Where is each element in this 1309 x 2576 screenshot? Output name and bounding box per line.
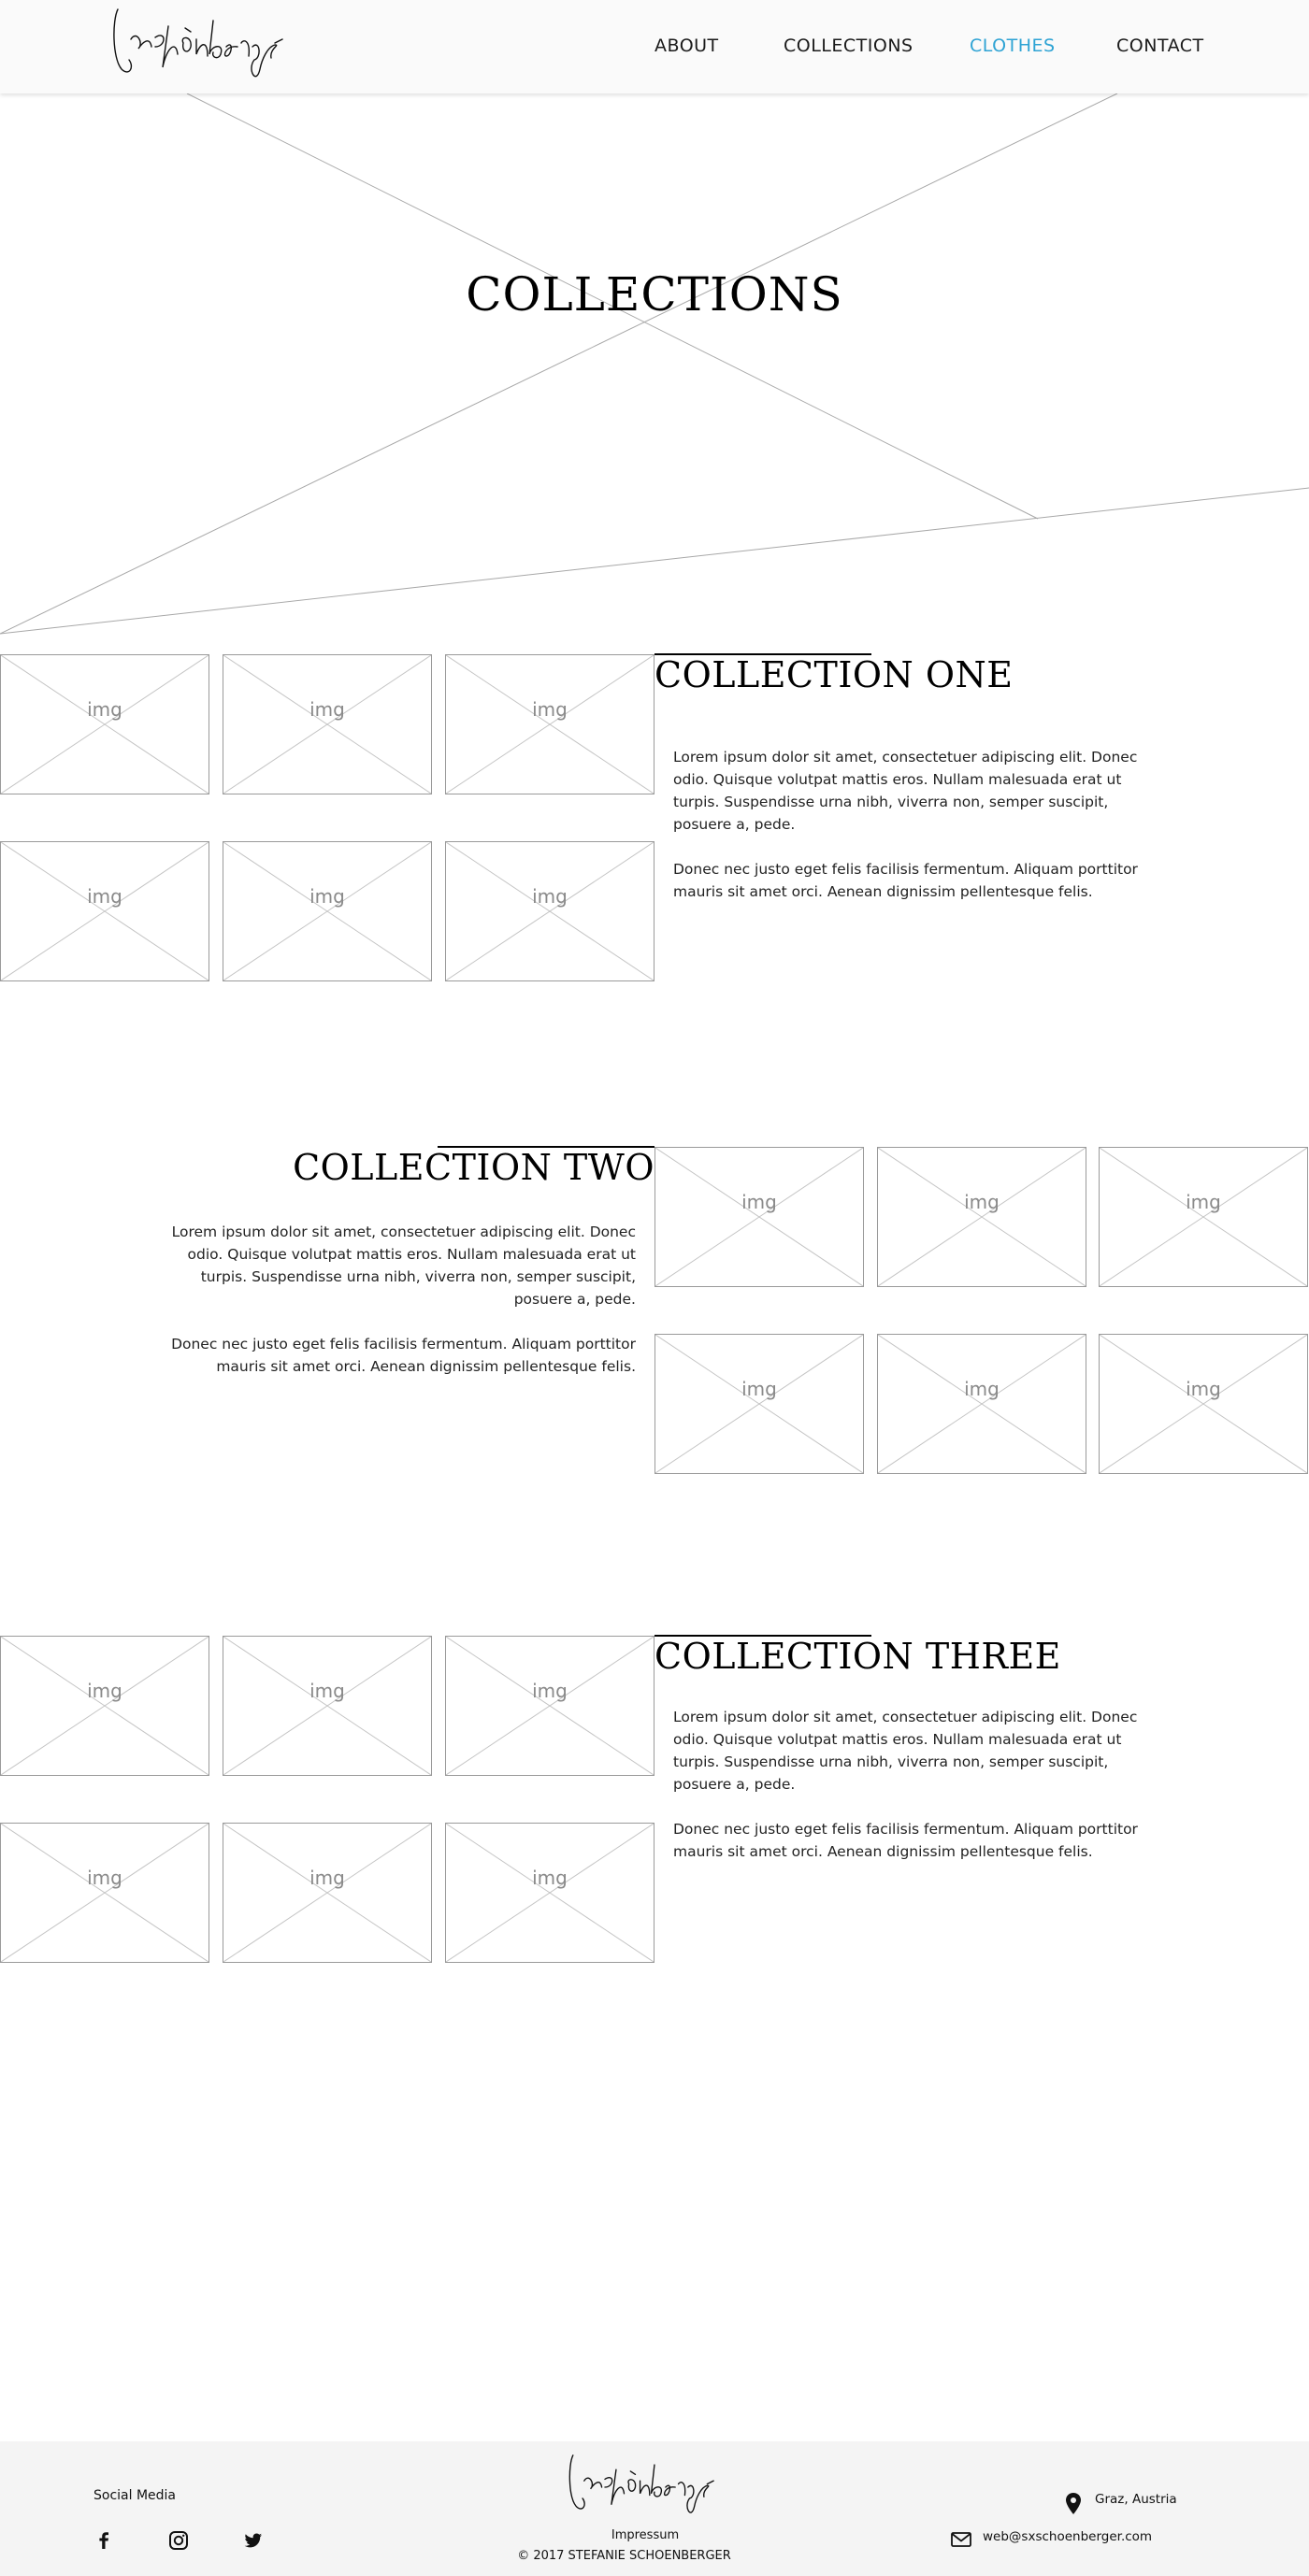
placeholder-cross — [878, 1148, 1086, 1286]
collection-three-image-3[interactable]: img — [445, 1636, 654, 1776]
placeholder-cross — [878, 1335, 1086, 1473]
location-text: Graz, Austria — [1095, 2492, 1177, 2507]
image-placeholder-label: img — [87, 885, 122, 908]
collection-three-image-2[interactable]: img — [223, 1636, 432, 1776]
mail-icon — [951, 2532, 971, 2547]
image-placeholder-label: img — [532, 1680, 568, 1702]
collection-one-image-3[interactable]: img — [445, 654, 654, 794]
image-placeholder-label: img — [532, 1867, 568, 1889]
collection-two-image-6[interactable]: img — [1099, 1334, 1308, 1474]
nav-clothes[interactable]: CLOTHES — [970, 36, 1056, 56]
placeholder-cross — [655, 1335, 863, 1473]
image-placeholder-label: img — [964, 1191, 1000, 1213]
collection-two-image-2[interactable]: img — [877, 1147, 1086, 1287]
placeholder-cross — [1100, 1335, 1307, 1473]
collection-two-description: Lorem ipsum dolor sit amet, consectetuer… — [150, 1221, 636, 1400]
collection-one-paragraph-1: Lorem ipsum dolor sit amet, consectetuer… — [673, 749, 1138, 833]
placeholder-cross — [223, 842, 431, 980]
footer-logo[interactable] — [566, 2449, 715, 2526]
collection-one-description: Lorem ipsum dolor sit amet, consectetuer… — [673, 746, 1159, 925]
placeholder-cross — [223, 1637, 431, 1775]
page-title: COLLECTIONS — [466, 267, 843, 322]
collection-three-image-6[interactable]: img — [445, 1823, 654, 1963]
image-placeholder-label: img — [309, 1867, 345, 1889]
placeholder-cross — [1100, 1148, 1307, 1286]
image-placeholder-label: img — [532, 885, 568, 908]
placeholder-cross — [1, 1637, 209, 1775]
nav-collections[interactable]: COLLECTIONS — [784, 36, 913, 56]
collection-one-paragraph-2: Donec nec justo eget felis facilisis fer… — [673, 861, 1138, 900]
hero-placeholder-lines — [0, 93, 1309, 635]
collection-two-title: COLLECTION TWO — [293, 1147, 654, 1188]
collection-two-image-3[interactable]: img — [1099, 1147, 1308, 1287]
nav-contact[interactable]: CONTACT — [1116, 36, 1204, 56]
logo[interactable] — [110, 2, 283, 92]
nav-about[interactable]: ABOUT — [654, 36, 719, 56]
location-pin-icon — [1066, 2493, 1081, 2514]
collection-two-image-1[interactable]: img — [654, 1147, 864, 1287]
placeholder-cross — [446, 1824, 654, 1962]
image-placeholder-label: img — [309, 1680, 345, 1702]
image-placeholder-label: img — [741, 1191, 777, 1213]
collection-three-title: COLLECTION THREE — [654, 1636, 1061, 1677]
collection-three-image-5[interactable]: img — [223, 1823, 432, 1963]
placeholder-cross — [446, 842, 654, 980]
image-placeholder-label: img — [964, 1378, 1000, 1400]
image-placeholder-label: img — [532, 698, 568, 721]
hero-banner: COLLECTIONS — [0, 93, 1309, 636]
collection-three-image-1[interactable]: img — [0, 1636, 209, 1776]
collection-three-paragraph-2: Donec nec justo eget felis facilisis fer… — [673, 1821, 1138, 1860]
collection-three-paragraph-1: Lorem ipsum dolor sit amet, consectetuer… — [673, 1709, 1138, 1793]
image-placeholder-label: img — [87, 1680, 122, 1702]
collection-three-description: Lorem ipsum dolor sit amet, consectetuer… — [673, 1706, 1159, 1885]
collection-one-image-6[interactable]: img — [445, 841, 654, 981]
image-placeholder-label: img — [309, 885, 345, 908]
image-placeholder-label: img — [741, 1378, 777, 1400]
site-header: ABOUT COLLECTIONS CLOTHES CONTACT — [0, 0, 1309, 93]
social-media-label: Social Media — [94, 2488, 177, 2503]
site-footer: Social Media Impressum © 2017 STEFANIE S… — [0, 2441, 1309, 2576]
collection-two-image-4[interactable]: img — [654, 1334, 864, 1474]
image-placeholder-label: img — [1186, 1191, 1221, 1213]
placeholder-cross — [655, 1148, 863, 1286]
placeholder-cross — [223, 1824, 431, 1962]
placeholder-cross — [446, 1637, 654, 1775]
collection-three-image-4[interactable]: img — [0, 1823, 209, 1963]
placeholder-cross — [1, 842, 209, 980]
image-placeholder-label: img — [1186, 1378, 1221, 1400]
collection-two-paragraph-1: Lorem ipsum dolor sit amet, consectetuer… — [171, 1224, 636, 1308]
email-link[interactable]: web@sxschoenberger.com — [983, 2529, 1152, 2544]
copyright: © 2017 STEFANIE SCHOENBERGER — [517, 2549, 731, 2563]
collection-one-image-4[interactable]: img — [0, 841, 209, 981]
collection-two-paragraph-2: Donec nec justo eget felis facilisis fer… — [171, 1336, 636, 1375]
collection-one-title: COLLECTION ONE — [654, 654, 1014, 695]
collection-one-image-1[interactable]: img — [0, 654, 209, 794]
collection-one-image-5[interactable]: img — [223, 841, 432, 981]
collection-one-image-2[interactable]: img — [223, 654, 432, 794]
placeholder-cross — [223, 655, 431, 794]
image-placeholder-label: img — [309, 698, 345, 721]
placeholder-cross — [1, 1824, 209, 1962]
collection-two-image-5[interactable]: img — [877, 1334, 1086, 1474]
image-placeholder-label: img — [87, 1867, 122, 1889]
image-placeholder-label: img — [87, 698, 122, 721]
placeholder-cross — [446, 655, 654, 794]
placeholder-cross — [1, 655, 209, 794]
